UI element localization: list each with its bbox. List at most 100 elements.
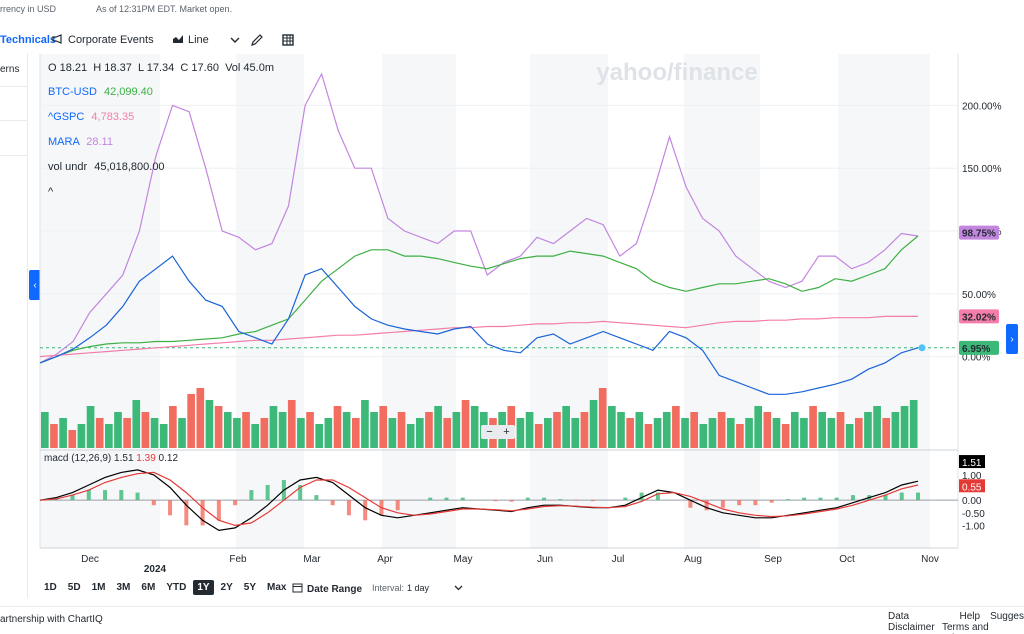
volume-bar bbox=[443, 418, 452, 448]
range-2y[interactable]: 2Y bbox=[217, 580, 237, 595]
volume-bar bbox=[406, 424, 415, 448]
macd-histogram-bar bbox=[623, 497, 628, 501]
x-tick-label: May bbox=[454, 554, 473, 565]
chart-canvas[interactable]: 200.00%150.00%100.00%50.00%0.00%98.75%32… bbox=[0, 0, 1024, 634]
volume-bar bbox=[781, 424, 790, 448]
legend-btc[interactable]: BTC-USD 42,099.40 bbox=[48, 86, 153, 98]
volume-bar bbox=[854, 418, 863, 448]
volume-bar bbox=[534, 424, 543, 448]
open-value: 18.21 bbox=[59, 62, 88, 74]
zoom-out-button[interactable]: − bbox=[486, 426, 492, 438]
volume-bar bbox=[589, 400, 598, 448]
volume-bar bbox=[690, 412, 698, 448]
volume-bar bbox=[205, 400, 214, 448]
x-tick-label: Feb bbox=[229, 554, 247, 565]
zoom-in-button[interactable]: + bbox=[503, 426, 509, 438]
macd-histogram-bar bbox=[834, 497, 839, 501]
month-shading bbox=[40, 54, 930, 548]
volume-bar bbox=[790, 412, 799, 448]
volume-bar bbox=[900, 406, 909, 448]
volume-bar bbox=[882, 418, 891, 448]
macd-histogram-bar bbox=[542, 497, 547, 501]
data-disclaimer-link[interactable]: Data Disclaimer bbox=[888, 611, 950, 633]
interval-select[interactable]: Interval: 1 day bbox=[372, 583, 463, 593]
range-1d[interactable]: 1D bbox=[40, 580, 61, 595]
volume-bar bbox=[41, 412, 49, 448]
volume-bar bbox=[77, 424, 86, 448]
volume-bar bbox=[800, 418, 808, 448]
volume-bar bbox=[836, 412, 845, 448]
series-line bbox=[39, 315, 918, 358]
volume-bar bbox=[818, 412, 827, 448]
volume-bar bbox=[95, 418, 104, 448]
y-tick-label: 150.00% bbox=[962, 164, 1002, 175]
signal-value: 1.39 bbox=[136, 453, 156, 464]
range-1y[interactable]: 1Y bbox=[193, 580, 214, 595]
x-tick-label: Sep bbox=[764, 554, 782, 565]
volume-bar bbox=[196, 388, 205, 448]
volume-bar bbox=[726, 418, 735, 448]
macd-histogram-bar bbox=[168, 500, 173, 516]
last-point-marker bbox=[918, 344, 926, 352]
macd-histogram-bar bbox=[558, 499, 563, 501]
volume-bar bbox=[635, 412, 644, 448]
volume-bar bbox=[891, 412, 900, 448]
macd-histogram-bar bbox=[802, 497, 807, 501]
volume-bar bbox=[580, 412, 589, 448]
terms-link[interactable]: Terms and Privacy F bbox=[942, 622, 1024, 634]
volume-bar bbox=[672, 406, 680, 448]
volume-bar bbox=[909, 400, 918, 448]
range-3m[interactable]: 3M bbox=[113, 580, 135, 595]
range-5d[interactable]: 5D bbox=[64, 580, 85, 595]
x-tick-label: 2024 bbox=[144, 564, 167, 575]
volume-bar bbox=[114, 412, 122, 448]
volume-bar bbox=[187, 394, 195, 448]
range-1m[interactable]: 1M bbox=[88, 580, 110, 595]
volume-bar bbox=[159, 424, 168, 448]
volume-bar bbox=[68, 430, 77, 448]
y-tick-label: 200.00% bbox=[962, 101, 1002, 112]
legend-collapse-button[interactable]: ^ bbox=[48, 186, 53, 198]
macd-histogram-bar bbox=[493, 500, 498, 502]
legend-mara[interactable]: MARA 28.11 bbox=[48, 136, 113, 148]
macd-histogram-bar bbox=[444, 497, 449, 501]
range-ytd[interactable]: YTD bbox=[162, 580, 190, 595]
volume-bar bbox=[178, 418, 186, 448]
volume-bar bbox=[516, 418, 525, 448]
volume-bar bbox=[644, 424, 653, 448]
volume-bar bbox=[662, 412, 671, 448]
x-tick-label: Dec bbox=[81, 554, 99, 565]
date-range-button[interactable]: Date Range bbox=[292, 582, 362, 596]
volume-bar bbox=[598, 388, 607, 448]
range-5y[interactable]: 5Y bbox=[240, 580, 260, 595]
macd-tick-label: 0.00 bbox=[962, 496, 982, 507]
volume-bar bbox=[269, 406, 278, 448]
volume-bar bbox=[315, 424, 324, 448]
vol-undr-value: 45,018,800.00 bbox=[94, 161, 165, 173]
zoom-control[interactable]: − + bbox=[481, 425, 515, 439]
range-max[interactable]: Max bbox=[263, 580, 290, 595]
legend-gspc[interactable]: ^GSPC 4,783.35 bbox=[48, 111, 134, 123]
volume-bar bbox=[763, 412, 772, 448]
volume-bar bbox=[425, 412, 433, 448]
volume-bar bbox=[470, 406, 479, 448]
open-label: O bbox=[48, 62, 57, 74]
volume-bar bbox=[562, 406, 570, 448]
volume-value: 45.0m bbox=[243, 62, 274, 74]
macd-histogram-bar bbox=[753, 500, 758, 506]
chart-page: { "header": { "currency_note": "rrency i… bbox=[0, 0, 1024, 634]
grid-lines bbox=[39, 54, 959, 549]
series-name: MARA bbox=[48, 136, 80, 148]
macd-histogram-bar bbox=[769, 500, 774, 503]
range-6m[interactable]: 6M bbox=[137, 580, 159, 595]
series-line bbox=[39, 235, 919, 364]
volume-bar bbox=[415, 418, 424, 448]
volume-bar bbox=[397, 412, 406, 448]
low-value: 17.34 bbox=[146, 62, 175, 74]
macd-tick-label: -0.50 bbox=[962, 509, 985, 520]
volume-bar bbox=[617, 412, 625, 448]
volume-bars bbox=[41, 388, 918, 448]
macd-histogram-bar bbox=[899, 492, 904, 501]
volume-bar bbox=[434, 406, 442, 448]
legend-vol-undr[interactable]: vol undr 45,018,800.00 bbox=[48, 161, 165, 173]
